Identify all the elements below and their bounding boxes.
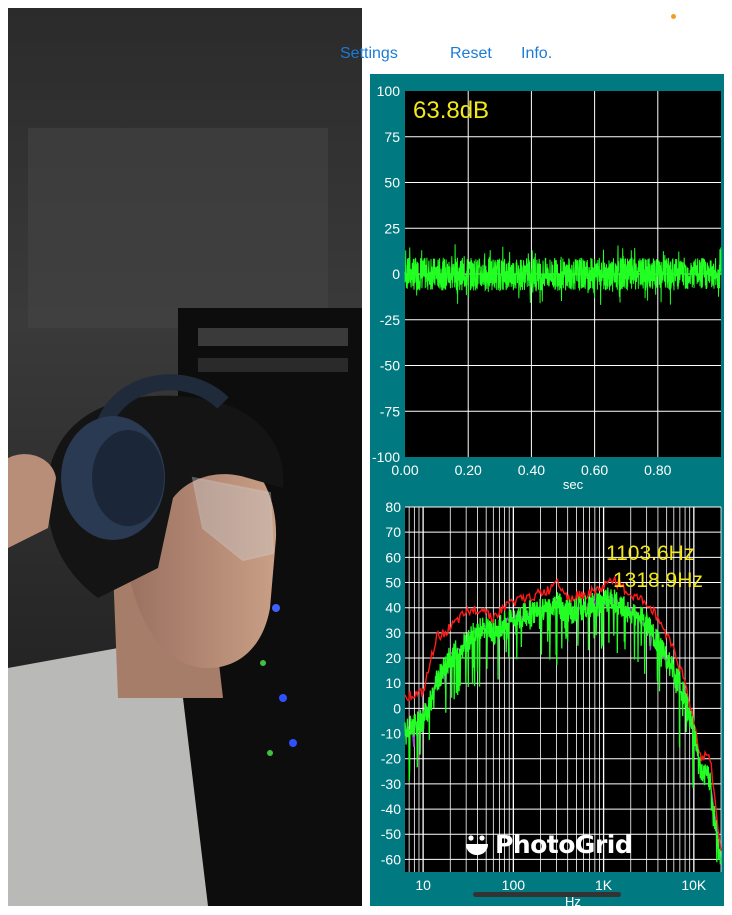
watermark-text: PhotoGrid: [495, 830, 633, 859]
scope-x-tick-label: 0.40: [518, 462, 545, 478]
spectrum-y-tick-label: -30: [381, 776, 401, 792]
scope-x-tick-label: 0.00: [391, 462, 418, 478]
spectrum-y-tick-label: 30: [385, 625, 401, 641]
scope-y-tick-label: 0: [392, 266, 400, 282]
spectrum-y-tick-label: -40: [381, 801, 401, 817]
home-indicator[interactable]: [473, 892, 621, 897]
peak-frequency-label-1: 1103.6Hz: [606, 542, 694, 565]
scope-y-axis: 1007550250-25-50-75-100: [372, 83, 400, 465]
collage: Settings Reset Info. 100 75 50 25 0 -25 -50 -75…: [0, 0, 732, 915]
scope-x-axis-label: sec: [563, 477, 584, 492]
spectrum-y-tick-label: -20: [381, 751, 401, 767]
scope-y-tick-label: -75: [380, 403, 400, 419]
scope-y-tick-label: -50: [380, 358, 400, 374]
info-button[interactable]: Info.: [521, 45, 552, 63]
reset-button[interactable]: Reset: [450, 45, 492, 63]
scope-x-axis: 0.00 0.20 0.40 0.60 0.80: [391, 462, 671, 478]
audio-analyzer-app: Settings Reset Info. 100 75 50 25 0 -25 -50 -75…: [340, 0, 732, 915]
spectrum-y-tick-label: 0: [393, 700, 401, 716]
spectrum-y-tick-label: -50: [381, 826, 401, 842]
spectrum-x-tick-label: 10: [415, 877, 431, 893]
spectrum-y-tick-label: 80: [385, 499, 401, 515]
oscilloscope-chart: 1007550250-25-50-75-100 0.00 0.20 0.40 0.60…: [372, 83, 722, 492]
spectrum-y-tick-label: 50: [385, 575, 401, 591]
peak-frequency-label-2: 1318.9Hz: [613, 569, 703, 592]
spectrum-x-tick-label: 1K: [595, 877, 613, 893]
spectrum-y-tick-label: 70: [385, 524, 401, 540]
spectrum-x-tick-label: 100: [502, 877, 526, 893]
scope-x-tick-label: 0.80: [644, 462, 671, 478]
spectrum-y-axis: 80 70 60 50 40 30 20 10 0 -10 -20 -30 -40 -50 -60: [381, 499, 401, 867]
spectrum-x-tick-label: 10K: [681, 877, 707, 893]
settings-button[interactable]: Settings: [340, 45, 398, 63]
photo-person-with-headphones: [8, 8, 362, 906]
scope-x-tick-label: 0.20: [455, 462, 482, 478]
scope-y-tick-label: 50: [384, 175, 400, 191]
spectrum-y-tick-label: -60: [381, 851, 401, 867]
scope-y-tick-label: 100: [377, 83, 401, 99]
scope-y-tick-label: 25: [384, 220, 400, 236]
spectrum-y-tick-label: 20: [385, 650, 401, 666]
spectrum-y-tick-label: -10: [381, 726, 401, 742]
spectrum-x-axis: 10 100 1K 10K: [415, 877, 707, 893]
scope-y-tick-label: 75: [384, 129, 400, 145]
spectrum-y-tick-label: 60: [385, 549, 401, 565]
scope-x-tick-label: 0.60: [581, 462, 608, 478]
spectrum-y-tick-label: 10: [385, 675, 401, 691]
watermark: PhotoGrid: [465, 830, 633, 859]
analyzer-panel: 100 75 50 25 0 -25 -50 -75 -10 0 0.00 0.20 0.40 0.60…: [370, 74, 724, 906]
spectrum-y-tick-label: 40: [385, 600, 401, 616]
scope-y-tick-label: -25: [380, 312, 400, 328]
status-indicator-dot: [671, 14, 676, 19]
level-readout: 63.8dB: [413, 97, 489, 124]
photogrid-logo-icon: [466, 834, 488, 855]
photo-illustration: [8, 8, 362, 906]
